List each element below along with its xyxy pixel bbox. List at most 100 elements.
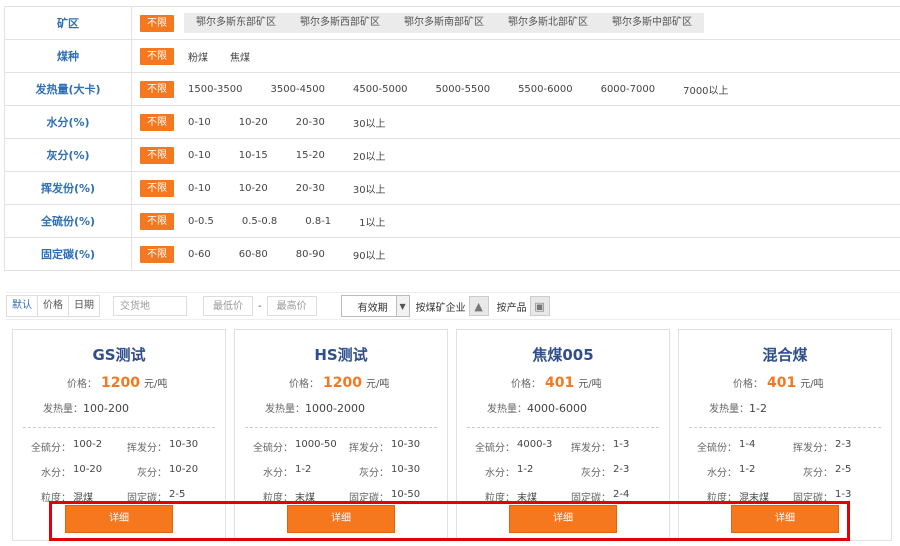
price-unit: 元/吨 [800, 379, 824, 390]
detail-button[interactable]: 详细 [731, 505, 839, 533]
prop-label: 粒度： [41, 493, 71, 504]
prop-value: 10-20 [73, 464, 103, 475]
prop-label: 挥发分： [127, 443, 167, 454]
filter-option[interactable]: 20-30 [296, 183, 325, 194]
prop-value: 10-30 [391, 439, 421, 450]
min-price-input[interactable]: 最低价 [203, 296, 253, 316]
filter-option[interactable]: 鄂尔多斯东部矿区 [184, 13, 288, 33]
filter-option[interactable]: 鄂尔多斯南部矿区 [392, 13, 496, 33]
prop-label: 固定碳： [793, 493, 833, 504]
unlimited-button[interactable]: 不限 [140, 80, 174, 98]
filter-option[interactable]: 60-80 [239, 249, 268, 260]
filter-label: 固定碳(%) [5, 238, 132, 270]
card-title[interactable]: 混合煤 [679, 344, 891, 364]
prop-value: 10-50 [391, 489, 421, 500]
prop-value: 10-30 [169, 439, 199, 450]
heat-value: 1000-2000 [305, 402, 365, 415]
prop-label: 固定碳： [349, 493, 389, 504]
factory-icon[interactable]: ▲ [468, 296, 489, 316]
unlimited-button[interactable]: 不限 [140, 212, 174, 230]
filter-option[interactable]: 30以上 [353, 115, 386, 130]
filter-option[interactable]: 0-60 [188, 249, 211, 260]
unlimited-button[interactable]: 不限 [140, 47, 174, 65]
unlimited-button[interactable]: 不限 [140, 113, 174, 131]
filter-option[interactable]: 30以上 [353, 181, 386, 196]
filter-option[interactable]: 0-10 [188, 183, 211, 194]
validity-select[interactable]: 有效期 ▼ [340, 295, 410, 317]
filter-option[interactable]: 20-30 [296, 117, 325, 128]
unlimited-button[interactable]: 不限 [140, 14, 174, 32]
filter-option[interactable]: 10-15 [239, 150, 268, 161]
prop-value: 1-3 [613, 439, 630, 450]
price-unit: 元/吨 [365, 379, 390, 390]
price-value: 401 [545, 375, 575, 391]
unlimited-button[interactable]: 不限 [140, 245, 174, 263]
unlimited-button[interactable]: 不限 [140, 179, 174, 197]
filter-option[interactable]: 5500-6000 [518, 84, 573, 95]
prop-label: 挥发分： [571, 443, 611, 454]
detail-button[interactable]: 详细 [509, 505, 617, 533]
filter-label: 灰分(%) [5, 139, 132, 171]
prop-value: 100-2 [73, 439, 103, 450]
heat-value: 4000-6000 [527, 402, 587, 415]
filter-option[interactable]: 4500-5000 [353, 84, 408, 95]
prop-label: 灰分： [137, 468, 167, 479]
filter-option[interactable]: 3500-4500 [271, 84, 326, 95]
filter-label: 发热量(大卡) [5, 73, 132, 105]
filter-option[interactable]: 10-20 [239, 183, 268, 194]
sort-date-tab[interactable]: 日期 [68, 295, 100, 317]
filter-option[interactable]: 0.8-1 [305, 216, 331, 227]
detail-button[interactable]: 详细 [65, 505, 173, 533]
filter-option[interactable]: 鄂尔多斯北部矿区 [496, 13, 600, 33]
filter-option[interactable]: 1500-3500 [188, 84, 243, 95]
delivery-input[interactable]: 交货地 [113, 296, 187, 316]
filter-label: 挥发份(%) [5, 172, 132, 204]
prop-value: 2-3 [835, 439, 852, 450]
price-label: 价格： [67, 379, 97, 390]
filter-option[interactable]: 10-20 [239, 117, 268, 128]
filter-option[interactable]: 0-10 [188, 150, 211, 161]
card-title[interactable]: GS测试 [13, 344, 225, 364]
range-dash: - [258, 300, 262, 312]
prop-value: 1-4 [739, 439, 756, 450]
prop-value: 2-3 [613, 464, 630, 475]
price-value: 1200 [323, 375, 362, 391]
filter-option[interactable]: 5000-5500 [436, 84, 491, 95]
filter-option[interactable]: 20以上 [353, 148, 386, 163]
filter-option[interactable]: 鄂尔多斯中部矿区 [600, 13, 704, 33]
price-value: 401 [767, 375, 797, 391]
prop-label: 挥发分： [793, 443, 833, 454]
heat-value: 1-2 [749, 402, 767, 415]
price-unit: 元/吨 [143, 379, 168, 390]
filter-option[interactable]: 90以上 [353, 247, 386, 262]
product-card: HS测试 价格： 1200 元/吨 发热量：1000-2000 全硫分： 1000… [234, 329, 448, 541]
filter-option[interactable]: 0.5-0.8 [242, 216, 277, 227]
prop-value: 1000-50 [295, 439, 337, 450]
validity-value: 有效期 [357, 302, 388, 314]
filter-label: 矿区 [5, 7, 132, 39]
filter-option[interactable]: 6000-7000 [601, 84, 656, 95]
card-title[interactable]: 焦煤005 [457, 344, 669, 364]
filter-option[interactable]: 7000以上 [683, 82, 728, 97]
heat-label: 发热量： [43, 404, 83, 415]
filter-option[interactable]: 0-10 [188, 117, 211, 128]
filter-option[interactable]: 焦煤 [230, 49, 250, 64]
filter-option[interactable]: 80-90 [296, 249, 325, 260]
cart-icon[interactable]: ▣ [529, 296, 550, 316]
filter-option[interactable]: 粉煤 [188, 49, 208, 64]
max-price-input[interactable]: 最高价 [266, 296, 317, 316]
filter-option[interactable]: 15-20 [296, 150, 325, 161]
prop-value: 4000-3 [517, 439, 553, 450]
card-title[interactable]: HS测试 [235, 344, 447, 364]
prop-label: 灰分： [581, 468, 611, 479]
filter-option[interactable]: 鄂尔多斯西部矿区 [288, 13, 392, 33]
prop-value: 1-2 [739, 464, 756, 475]
sort-default-tab[interactable]: 默认 [6, 295, 38, 317]
sort-price-tab[interactable]: 价格 [37, 295, 69, 317]
filter-option[interactable]: 0-0.5 [188, 216, 214, 227]
prop-label: 水分： [41, 468, 71, 479]
filter-option[interactable]: 1以上 [359, 214, 385, 229]
unlimited-button[interactable]: 不限 [140, 146, 174, 164]
divider [467, 427, 659, 428]
detail-button[interactable]: 详细 [287, 505, 395, 533]
